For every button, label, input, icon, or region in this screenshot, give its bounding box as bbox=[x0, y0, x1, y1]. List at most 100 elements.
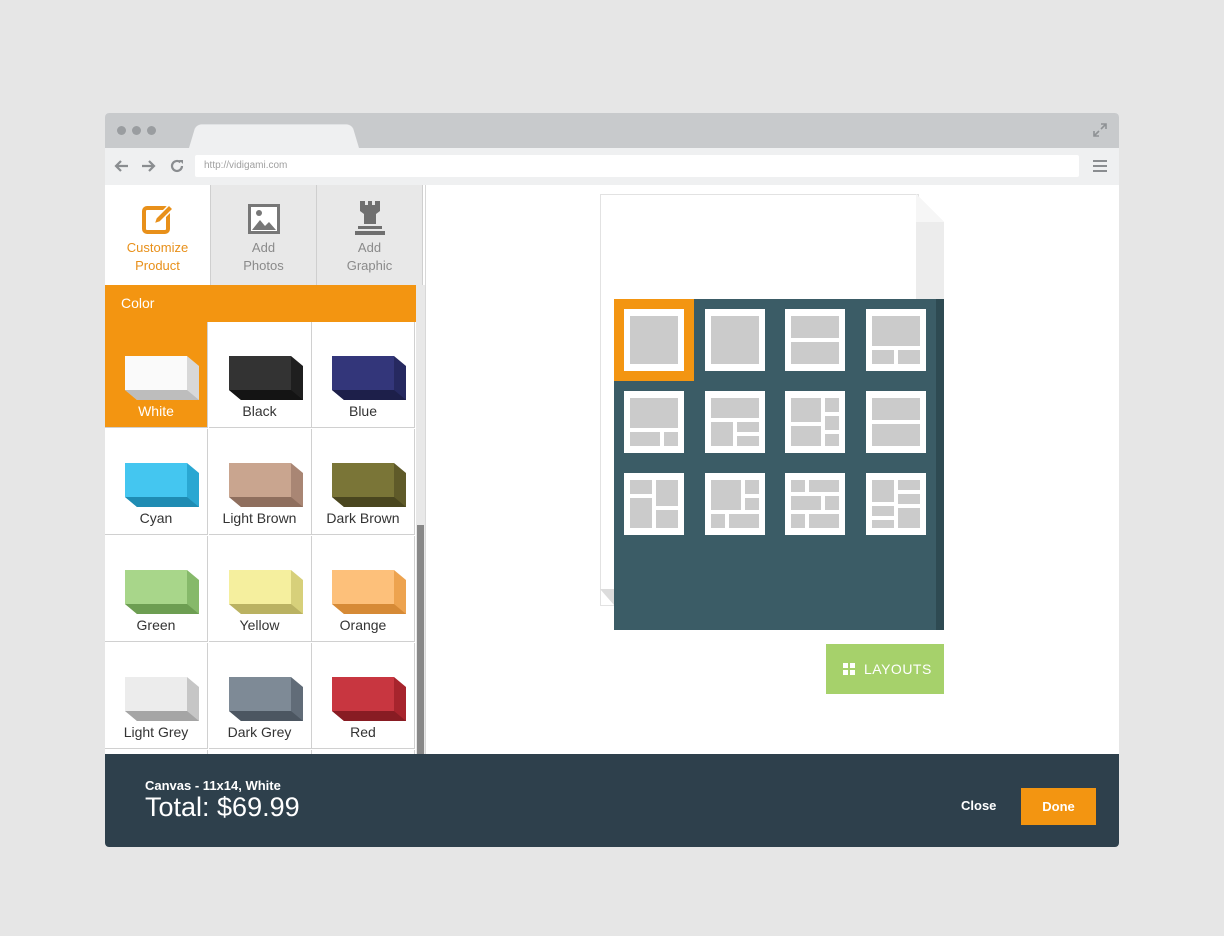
color-swatch[interactable]: Red bbox=[312, 643, 415, 749]
layout-photo-slot bbox=[630, 398, 678, 428]
color-name: Green bbox=[136, 617, 176, 633]
tab-label: Customize bbox=[126, 240, 189, 255]
tab-label: Add bbox=[357, 240, 382, 255]
sidebar: Customize Product Add Photos Add Graphic… bbox=[105, 185, 425, 754]
layout-photo-slot bbox=[897, 494, 920, 504]
layout-photo-slot bbox=[630, 480, 652, 494]
window-dot[interactable] bbox=[147, 126, 156, 135]
tab-label: Add bbox=[251, 240, 276, 255]
close-button[interactable]: Close bbox=[961, 798, 996, 813]
browser-nav-bar: http://vidigami.com bbox=[105, 148, 1119, 185]
color-swatch[interactable]: Light Grey bbox=[105, 643, 208, 749]
layout-photo-slot bbox=[825, 434, 839, 446]
layout-photo-slot bbox=[871, 398, 920, 420]
layout-photo-slot bbox=[825, 398, 839, 412]
layout-photo-slot bbox=[710, 398, 759, 418]
layout-photo-slot bbox=[809, 514, 839, 528]
layout-photo-slot bbox=[744, 480, 759, 494]
color-name: Red bbox=[350, 724, 376, 740]
color-block-icon bbox=[332, 356, 406, 400]
address-bar[interactable]: http://vidigami.com bbox=[195, 155, 1079, 177]
layout-option[interactable] bbox=[865, 309, 926, 371]
layout-photo-slot bbox=[871, 316, 920, 346]
reload-icon[interactable] bbox=[169, 158, 185, 174]
layout-photo-slot bbox=[736, 436, 759, 446]
layout-photo-slot bbox=[710, 316, 759, 364]
layout-photo-slot bbox=[656, 480, 678, 506]
layout-photo-slot bbox=[871, 424, 920, 446]
back-arrow-icon[interactable] bbox=[113, 158, 129, 174]
color-block-icon bbox=[228, 356, 303, 400]
layouts-button-label: LAYOUTS bbox=[864, 661, 932, 677]
color-name: Light Grey bbox=[123, 724, 189, 740]
color-swatch[interactable]: Dark Grey bbox=[208, 643, 312, 749]
rook-icon bbox=[354, 201, 385, 235]
layout-option[interactable] bbox=[785, 309, 845, 371]
layout-option[interactable] bbox=[785, 391, 845, 453]
hamburger-menu-icon[interactable] bbox=[1093, 160, 1107, 175]
layout-option[interactable] bbox=[624, 309, 684, 371]
expand-icon[interactable] bbox=[1093, 123, 1107, 137]
color-swatch[interactable]: Orange bbox=[312, 536, 415, 642]
forward-arrow-icon[interactable] bbox=[141, 158, 157, 174]
layout-option[interactable] bbox=[865, 473, 926, 535]
layout-photo-slot bbox=[809, 480, 839, 492]
color-swatch[interactable]: Cyan bbox=[105, 429, 208, 535]
color-swatch[interactable]: Blue bbox=[312, 322, 415, 428]
color-block-icon bbox=[332, 677, 406, 721]
layout-photo-slot bbox=[791, 480, 805, 492]
layout-photo-slot bbox=[728, 514, 759, 528]
layouts-button[interactable]: LAYOUTS bbox=[826, 644, 944, 694]
layout-photo-slot bbox=[871, 350, 894, 364]
color-swatch[interactable]: Yellow bbox=[208, 536, 312, 642]
layout-photo-slot bbox=[897, 350, 920, 364]
color-block-icon bbox=[125, 570, 199, 614]
layout-photo-slot bbox=[744, 498, 759, 510]
layouts-panel bbox=[614, 299, 944, 630]
browser-title-bar bbox=[105, 113, 1119, 148]
color-swatch[interactable]: Dark Brown bbox=[312, 429, 415, 535]
color-block-icon bbox=[228, 570, 303, 614]
layout-option[interactable] bbox=[704, 391, 765, 453]
layout-option[interactable] bbox=[785, 473, 845, 535]
layout-option[interactable] bbox=[865, 391, 926, 453]
layout-photo-slot bbox=[630, 316, 678, 364]
layout-option[interactable] bbox=[704, 473, 765, 535]
tab-add-graphic[interactable]: Add Graphic bbox=[317, 185, 423, 285]
color-name: Cyan bbox=[139, 510, 173, 526]
sidebar-scrollbar[interactable] bbox=[416, 285, 425, 754]
color-swatch[interactable]: Light Brown bbox=[208, 429, 312, 535]
scrollbar-thumb[interactable] bbox=[417, 525, 424, 754]
color-swatch[interactable]: Black bbox=[208, 322, 312, 428]
layout-option[interactable] bbox=[624, 391, 684, 453]
order-total: Total: $69.99 bbox=[145, 792, 300, 822]
layout-photo-slot bbox=[630, 498, 652, 528]
window-controls bbox=[117, 126, 156, 135]
color-name: Black bbox=[242, 403, 277, 419]
done-button[interactable]: Done bbox=[1021, 788, 1096, 825]
color-swatch[interactable]: Green bbox=[105, 536, 208, 642]
page-curl bbox=[916, 194, 944, 304]
layout-photo-slot bbox=[791, 316, 839, 338]
layout-option[interactable] bbox=[624, 473, 684, 535]
window-dot[interactable] bbox=[117, 126, 126, 135]
color-block-icon bbox=[125, 677, 199, 721]
grid-icon bbox=[843, 663, 855, 675]
color-block-icon bbox=[125, 356, 199, 400]
color-grid: White Black Blue Cyan Light Brown Dark Brown G… bbox=[105, 322, 416, 754]
window-dot[interactable] bbox=[132, 126, 141, 135]
panel-edge bbox=[936, 299, 944, 630]
tab-customize-product[interactable]: Customize Product bbox=[105, 185, 211, 285]
product-tabs: Customize Product Add Photos Add Graphic bbox=[105, 185, 425, 285]
canvas-preview-area: LAYOUTS bbox=[425, 185, 1119, 754]
browser-tab[interactable] bbox=[189, 124, 359, 148]
tab-add-photos[interactable]: Add Photos bbox=[211, 185, 317, 285]
color-swatch[interactable]: White bbox=[105, 322, 208, 428]
tab-label: Product bbox=[135, 258, 180, 273]
layout-photo-slot bbox=[871, 506, 894, 516]
layout-photo-slot bbox=[736, 422, 759, 432]
layout-option[interactable] bbox=[704, 309, 765, 371]
color-name: Light Brown bbox=[222, 510, 297, 526]
layout-photo-slot bbox=[791, 496, 821, 510]
color-name: Dark Grey bbox=[227, 724, 292, 740]
